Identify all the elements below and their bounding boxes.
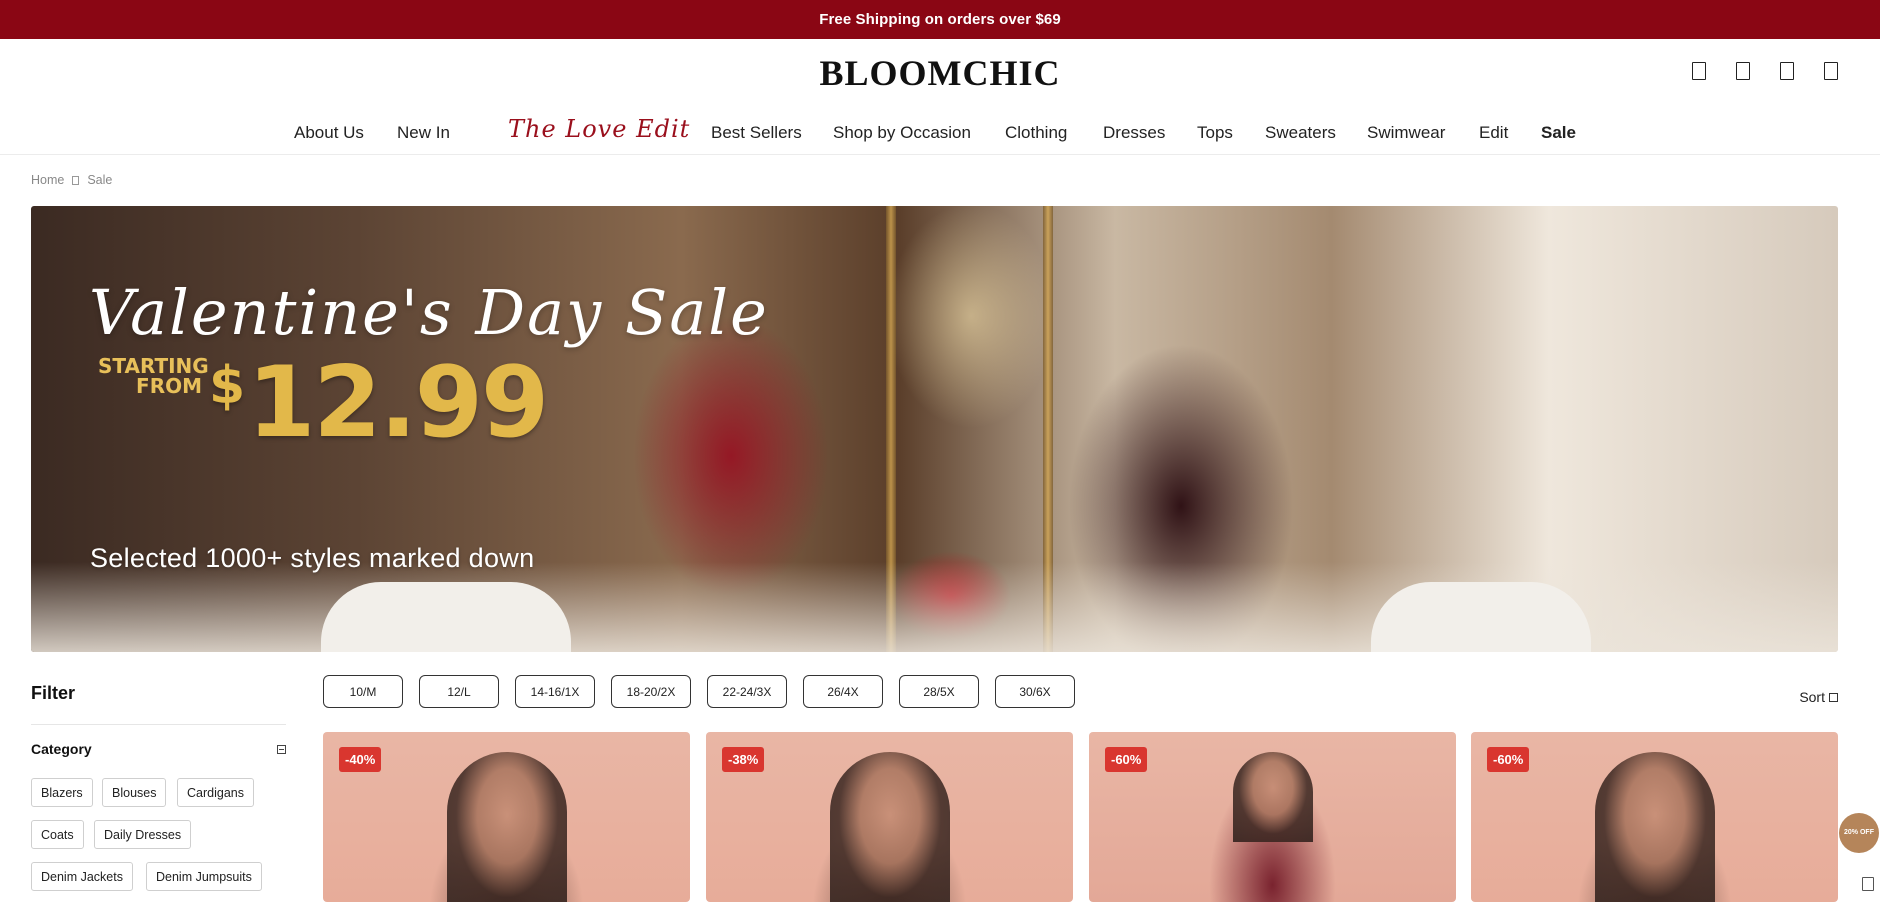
- nav-new-in[interactable]: New In: [397, 120, 450, 146]
- size-option-30-6x[interactable]: 30/6X: [995, 675, 1075, 708]
- breadcrumb-home[interactable]: Home: [31, 173, 64, 187]
- hero-basin-left: [321, 582, 571, 652]
- size-option-10m[interactable]: 10/M: [323, 675, 403, 708]
- category-chip-cardigans[interactable]: Cardigans: [177, 778, 254, 807]
- size-option-26-4x[interactable]: 26/4X: [803, 675, 883, 708]
- hero-starting-from: STARTING FROM: [98, 354, 209, 398]
- hero-banner[interactable]: Valentine's Day Sale STARTING FROM $ 12.…: [31, 206, 1838, 652]
- nav-sale[interactable]: Sale: [1541, 120, 1576, 146]
- search-icon[interactable]: [1692, 62, 1706, 80]
- hero-starting-line2: FROM: [136, 374, 202, 398]
- header-icons: [1692, 62, 1838, 80]
- nav-sweaters[interactable]: Sweaters: [1265, 120, 1336, 146]
- nav-dresses[interactable]: Dresses: [1103, 120, 1165, 146]
- breadcrumb-current: Sale: [87, 173, 113, 187]
- product-card[interactable]: -60%: [1471, 732, 1838, 902]
- hero-price-value: 12.99: [247, 346, 549, 460]
- product-card[interactable]: -38%: [706, 732, 1073, 902]
- brand-logo[interactable]: BLOOMCHIC: [0, 52, 1880, 94]
- sort-label: Sort: [1799, 689, 1825, 705]
- hero-price: $ 12.99: [209, 346, 549, 460]
- nav-divider: [0, 154, 1880, 155]
- category-chip-denim-jackets[interactable]: Denim Jackets: [31, 862, 133, 891]
- product-card[interactable]: -60%: [1089, 732, 1456, 902]
- category-chip-denim-jumpsuits[interactable]: Denim Jumpsuits: [146, 862, 262, 891]
- category-chip-blazers[interactable]: Blazers: [31, 778, 93, 807]
- discount-badge: -38%: [722, 747, 765, 772]
- nav-about-us[interactable]: About Us: [294, 120, 364, 146]
- promo-text: Free Shipping on orders over $69: [819, 11, 1061, 28]
- bag-icon[interactable]: [1824, 62, 1838, 80]
- nav-love-edit[interactable]: The Love Edit: [508, 116, 690, 142]
- breadcrumb: Home Sale: [31, 173, 112, 187]
- nav-swimwear[interactable]: Swimwear: [1367, 120, 1445, 146]
- hero-starting-line1: STARTING: [98, 354, 209, 378]
- size-option-22-24-3x[interactable]: 22-24/3X: [707, 675, 787, 708]
- hero-currency: $: [209, 356, 245, 416]
- nav-tops[interactable]: Tops: [1197, 120, 1233, 146]
- wishlist-icon[interactable]: [1780, 62, 1794, 80]
- discount-badge: -60%: [1105, 747, 1148, 772]
- product-image: [446, 752, 567, 902]
- collapse-icon[interactable]: [277, 744, 286, 754]
- feedback-icon[interactable]: [1862, 877, 1874, 891]
- hero-title: Valentine's Day Sale: [89, 276, 769, 349]
- category-chip-blouses[interactable]: Blouses: [102, 778, 167, 807]
- size-option-28-5x[interactable]: 28/5X: [899, 675, 979, 708]
- category-chip-coats[interactable]: Coats: [31, 820, 84, 849]
- product-image: [1232, 752, 1313, 842]
- hero-basin-right: [1371, 582, 1591, 652]
- sort-control[interactable]: Sort: [1799, 689, 1838, 705]
- nav-best-sellers[interactable]: Best Sellers: [711, 120, 802, 146]
- nav-shop-by-occasion[interactable]: Shop by Occasion: [833, 120, 971, 146]
- discount-badge: -40%: [339, 747, 382, 772]
- coupon-float-button[interactable]: 20% OFF: [1839, 813, 1879, 853]
- category-header[interactable]: Category: [31, 741, 286, 757]
- product-card[interactable]: -40%: [323, 732, 690, 902]
- promo-bar: Free Shipping on orders over $69: [0, 0, 1880, 39]
- hero-subtitle: Selected 1000+ styles marked down: [90, 543, 535, 573]
- filter-title: Filter: [31, 683, 76, 703]
- filter-divider: [31, 724, 286, 725]
- product-image: [1594, 752, 1715, 902]
- sort-icon: [1829, 692, 1838, 702]
- product-image: [829, 752, 950, 902]
- category-chip-daily-dresses[interactable]: Daily Dresses: [94, 820, 192, 849]
- nav-clothing[interactable]: Clothing: [1005, 120, 1067, 146]
- category-label: Category: [31, 741, 92, 757]
- size-option-12l[interactable]: 12/L: [419, 675, 499, 708]
- chevron-right-icon: [72, 175, 80, 185]
- main-nav: About Us New In The Love Edit Best Selle…: [0, 116, 1880, 146]
- size-option-14-16-1x[interactable]: 14-16/1X: [515, 675, 595, 708]
- discount-badge: -60%: [1487, 747, 1530, 772]
- account-icon[interactable]: [1736, 62, 1750, 80]
- nav-edit[interactable]: Edit: [1479, 120, 1508, 146]
- size-option-18-20-2x[interactable]: 18-20/2X: [611, 675, 691, 708]
